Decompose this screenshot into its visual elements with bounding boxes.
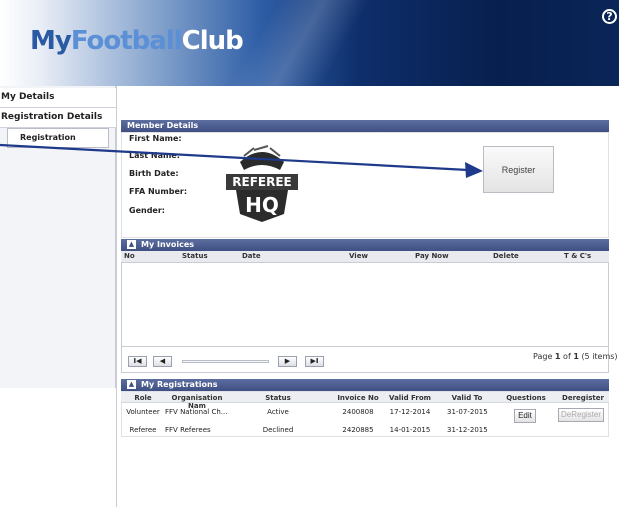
header-banner: MyFootballClub ? xyxy=(0,0,619,86)
pager-prev-button[interactable]: ◀ xyxy=(153,356,172,367)
sidebar-item-my-details[interactable]: My Details xyxy=(0,88,116,108)
pager-next-button[interactable]: ▶ xyxy=(278,356,297,367)
registrations-header: ▲ My Registrations xyxy=(121,379,609,391)
collapse-icon[interactable]: ▲ xyxy=(127,240,136,249)
register-button[interactable]: Register xyxy=(483,146,554,193)
pager-first-button[interactable]: I◀ xyxy=(128,356,147,367)
first-name-label: First Name: xyxy=(129,134,182,143)
pager-slider[interactable] xyxy=(182,360,269,363)
table-row-2-status: Declined xyxy=(262,426,294,434)
badge-text-referee: REFEREE xyxy=(232,175,291,189)
table-row-2-from: 14-01-2015 xyxy=(389,426,431,434)
app-logo[interactable]: MyFootballClub xyxy=(30,26,244,56)
table-row-1-to: 31-07-2015 xyxy=(447,408,488,416)
logo-part-my: My xyxy=(30,26,72,56)
badge-text-hq: HQ xyxy=(245,193,279,217)
logo-part-club: Club xyxy=(181,26,244,56)
invoices-header: ▲ My Invoices xyxy=(121,239,609,251)
member-details-header: Member Details xyxy=(121,120,609,132)
col-tcs[interactable]: T & C's xyxy=(564,252,591,260)
pager-last-button[interactable]: ▶I xyxy=(305,356,324,367)
ffa-number-label: FFA Number: xyxy=(129,187,188,196)
col-view[interactable]: View xyxy=(349,252,368,260)
invoices-grid-header: No Status Date View Pay Now Delete T & C… xyxy=(121,251,609,263)
col-questions[interactable]: Questions xyxy=(504,394,548,402)
table-row-2-to: 31-12-2015 xyxy=(447,426,488,434)
deregister-button[interactable]: DeRegister xyxy=(558,408,604,422)
table-row-2-invoice: 2420885 xyxy=(342,426,374,434)
logo-part-football: Football xyxy=(70,26,183,56)
col-delete[interactable]: Delete xyxy=(493,252,519,260)
table-row-1-status: Active xyxy=(267,408,289,416)
pager-divider xyxy=(121,346,609,347)
help-icon[interactable]: ? xyxy=(602,9,617,24)
col-pay-now[interactable]: Pay Now xyxy=(415,252,449,260)
birth-date-label: Birth Date: xyxy=(129,169,179,178)
registrations-title: My Registrations xyxy=(141,380,218,389)
col-valid-to[interactable]: Valid To xyxy=(447,394,487,402)
table-row-1-org: FFV National Ch... xyxy=(165,408,228,416)
sidebar-item-registration[interactable]: Registration xyxy=(7,128,109,148)
referee-hq-badge: REFEREE HQ xyxy=(226,145,298,222)
table-row-2-org: FFV Referees xyxy=(165,426,211,434)
pager-info: Page 1 of 1 (5 items) xyxy=(533,352,618,361)
table-row-2-role: Referee xyxy=(129,426,157,434)
edit-button[interactable]: Edit xyxy=(514,409,536,423)
member-details-title: Member Details xyxy=(127,121,199,130)
invoices-title: My Invoices xyxy=(141,240,195,249)
col-valid-from[interactable]: Valid From xyxy=(387,394,433,402)
gender-label: Gender: xyxy=(129,206,165,215)
sidebar-item-registration-details[interactable]: Registration Details xyxy=(0,108,116,128)
col-reg-status[interactable]: Status xyxy=(258,394,298,402)
col-deregister[interactable]: Deregister xyxy=(559,394,607,402)
col-role[interactable]: Role xyxy=(128,394,158,402)
collapse-icon[interactable]: ▲ xyxy=(127,380,136,389)
last-name-label: Last Name: xyxy=(129,151,180,160)
col-no[interactable]: No xyxy=(124,252,135,260)
col-status[interactable]: Status xyxy=(182,252,208,260)
col-invoice-no[interactable]: Invoice No xyxy=(335,394,381,402)
col-date[interactable]: Date xyxy=(242,252,261,260)
table-row-1-role: Volunteer xyxy=(126,408,160,416)
table-row-1-from: 17-12-2014 xyxy=(389,408,431,416)
table-row-1-invoice: 2400808 xyxy=(342,408,374,416)
